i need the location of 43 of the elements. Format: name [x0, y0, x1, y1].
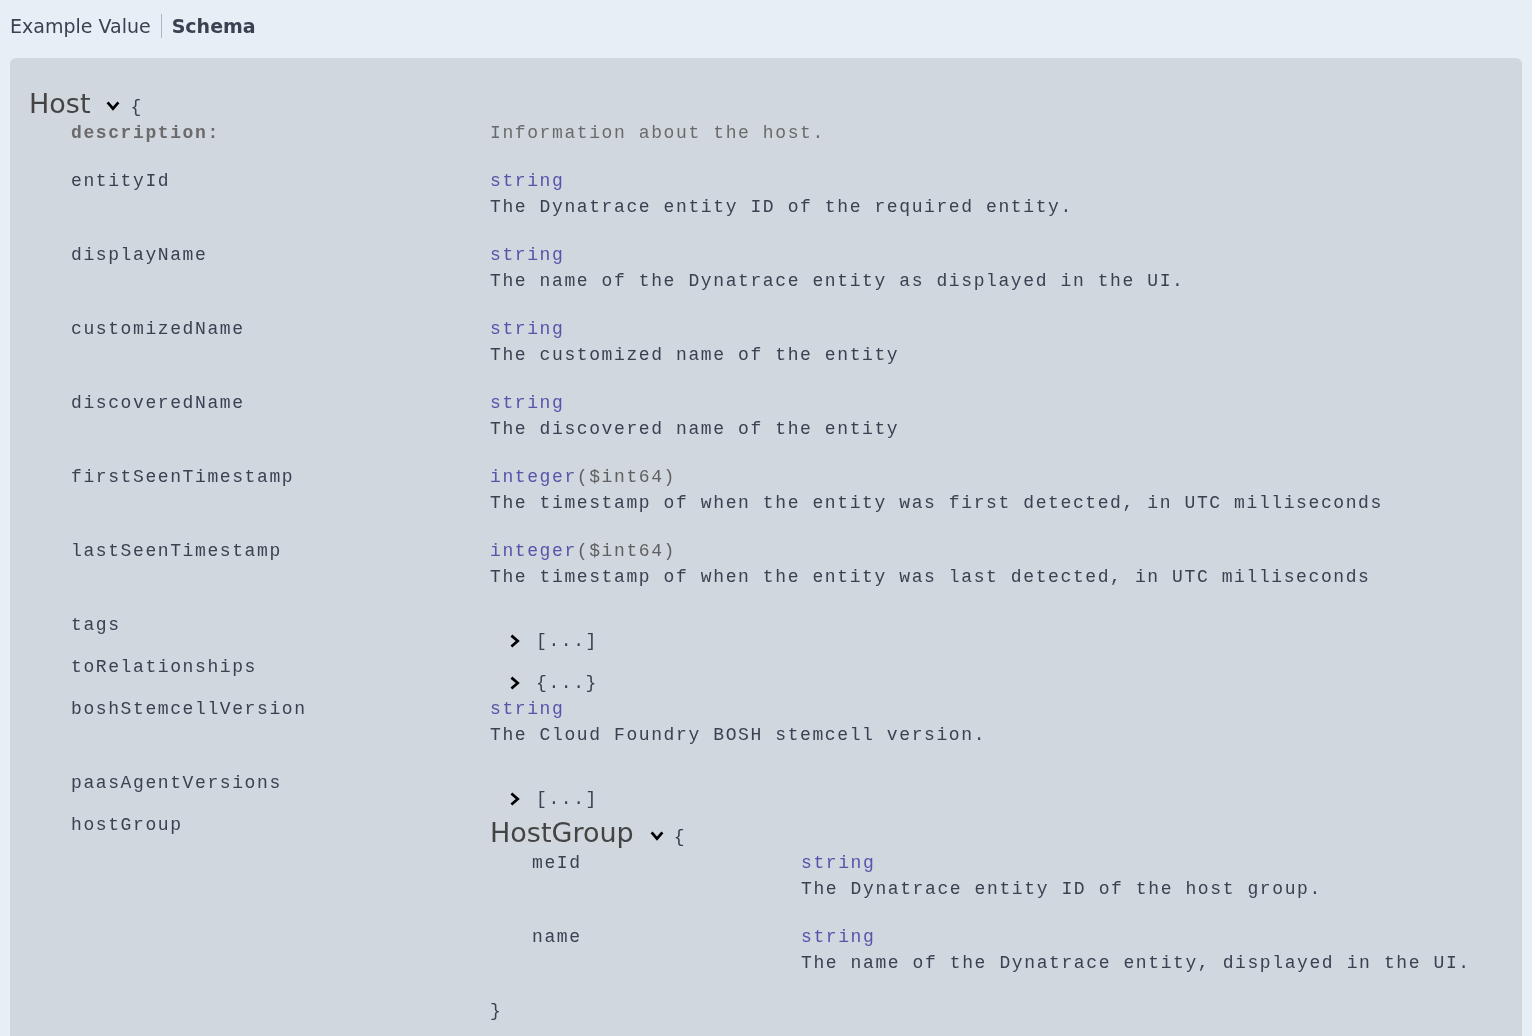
description-label: description:	[71, 123, 220, 143]
model-title: HostGroup	[490, 820, 634, 846]
property-description: The Dynatrace entity ID of the required entity.	[490, 197, 1073, 217]
open-brace: {	[130, 97, 142, 117]
tab[interactable]: Schema	[171, 15, 256, 37]
property-description: The timestamp of when the entity was first detected, in UTC milliseconds	[490, 493, 1383, 513]
property-name: firstSeenTimestamp	[71, 467, 295, 487]
property-type: string	[801, 853, 876, 873]
property-type: string	[801, 927, 876, 947]
property-type: string	[490, 319, 565, 339]
property-name: name	[532, 927, 582, 947]
model-title: Host	[29, 87, 91, 119]
collapsed-preview[interactable]: {...}	[536, 670, 598, 696]
property-description: The discovered name of the entity	[490, 419, 900, 439]
tab[interactable]: Example Value	[10, 15, 151, 37]
property-name: displayName	[71, 245, 208, 265]
property-name: customizedName	[71, 319, 245, 339]
property-name: discoveredName	[71, 393, 245, 413]
property-name: hostGroup	[71, 815, 183, 835]
property-description: The customized name of the entity	[490, 345, 900, 365]
collapsed-preview[interactable]: [...]	[536, 786, 598, 812]
property-name: toRelationships	[71, 657, 258, 677]
property-type: string	[490, 393, 565, 413]
model-description: Information about the host.	[490, 123, 825, 143]
property-description: The timestamp of when the entity was last detected, in UTC milliseconds	[490, 567, 1371, 587]
property-name: lastSeenTimestamp	[71, 541, 282, 561]
property-name: entityId	[71, 171, 171, 191]
property-name: tags	[71, 615, 121, 635]
property-type: integer($int64)	[490, 541, 677, 561]
property-description: The name of the Dynatrace entity, displayed in the UI.	[801, 953, 1471, 973]
collapsed-preview[interactable]: [...]	[536, 628, 598, 654]
close-brace: }	[490, 1001, 503, 1021]
property-description: The Dynatrace entity ID of the host group.	[801, 879, 1322, 899]
open-brace: {	[673, 826, 685, 849]
property-name: meId	[532, 853, 582, 873]
property-description: The name of the Dynatrace entity as displayed in the UI.	[490, 271, 1185, 291]
property-description: The Cloud Foundry BOSH stemcell version.	[490, 725, 987, 745]
property-name: paasAgentVersions	[71, 773, 282, 793]
property-type: string	[490, 699, 565, 719]
property-type: string	[490, 171, 565, 191]
property-name: boshStemcellVersion	[71, 699, 307, 719]
property-type: string	[490, 245, 565, 265]
property-type: integer($int64)	[490, 467, 677, 487]
